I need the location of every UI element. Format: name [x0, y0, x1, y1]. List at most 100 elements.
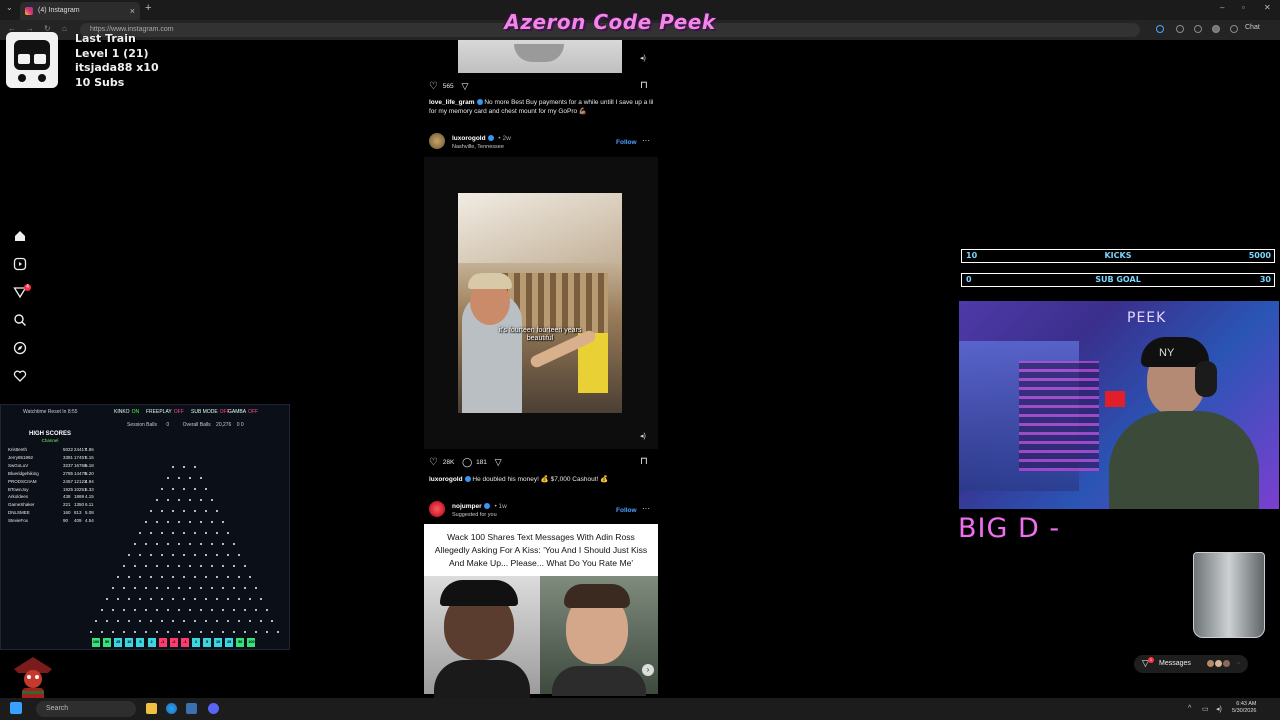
- chat-button[interactable]: Chat: [1245, 24, 1260, 31]
- notifications-heart-icon[interactable]: [13, 369, 27, 383]
- close-window-icon[interactable]: ✕: [1264, 3, 1271, 12]
- home-icon[interactable]: ⌂: [62, 24, 67, 33]
- post-image[interactable]: Wack 100 Shares Text Messages With Adin …: [424, 524, 658, 700]
- plinko-peg: [95, 620, 97, 622]
- post-time: • 1w: [494, 503, 507, 510]
- webcam-feed: NY: [959, 301, 1279, 509]
- like-icon[interactable]: ♡: [429, 457, 438, 468]
- volume-icon[interactable]: ◂): [1216, 705, 1222, 713]
- plinko-peg: [216, 532, 218, 534]
- plinko-peg: [188, 609, 191, 611]
- profile-icon[interactable]: [1212, 25, 1220, 33]
- tab-list-icon[interactable]: ⌄: [6, 3, 13, 12]
- plinko-bucket: 2: [147, 638, 156, 647]
- plinko-peg: [155, 499, 158, 501]
- save-icon[interactable]: ⊓: [640, 456, 648, 467]
- messages-badge: 1: [1148, 657, 1154, 663]
- plinko-peg: [155, 631, 158, 633]
- plinko-peg: [133, 565, 136, 567]
- plinko-peg: [194, 488, 196, 490]
- reels-icon[interactable]: [13, 257, 27, 271]
- comment-icon[interactable]: ◯: [462, 457, 472, 468]
- plinko-peg: [155, 543, 158, 545]
- file-explorer-icon[interactable]: [146, 703, 157, 714]
- like-icon[interactable]: ♡: [429, 81, 438, 92]
- plinko-peg: [205, 554, 207, 556]
- plinko-peg: [106, 620, 108, 622]
- share-icon[interactable]: ▽: [461, 81, 468, 92]
- discord-icon[interactable]: [208, 703, 219, 714]
- watchtime-reset: Watchtime Reset In 8:55: [23, 409, 78, 415]
- video-frame: it's fourteen fourteen years beautiful: [458, 193, 622, 413]
- avatar[interactable]: [429, 501, 445, 517]
- username-text[interactable]: luxorogold: [452, 135, 486, 142]
- favorite-star-icon[interactable]: [1156, 25, 1164, 33]
- plinko-peg: [265, 631, 268, 633]
- tab-instagram[interactable]: (4) Instagram ×: [20, 2, 140, 20]
- plinko-peg: [199, 631, 202, 633]
- plinko-peg: [155, 609, 158, 611]
- caption-username[interactable]: luxorogold: [429, 476, 463, 483]
- plinko-peg: [205, 510, 207, 512]
- search-icon[interactable]: [13, 313, 27, 327]
- edge-browser-icon[interactable]: [166, 703, 177, 714]
- high-score-cell: 5.15: [85, 454, 94, 460]
- post-username[interactable]: nojumper • 1w: [452, 503, 507, 510]
- plinko-peg: [183, 466, 185, 468]
- share-icon[interactable]: ▽: [495, 457, 502, 468]
- mute-icon[interactable]: ◂): [640, 54, 646, 62]
- minimize-icon[interactable]: –: [1220, 3, 1224, 12]
- plinko-peg: [238, 620, 240, 622]
- next-arrow-icon[interactable]: ›: [642, 664, 654, 676]
- sub-goal-current: 0: [966, 275, 972, 284]
- plinko-peg: [144, 565, 147, 567]
- new-tab-button[interactable]: +: [145, 2, 151, 14]
- messages-button[interactable]: ▽ 1 Messages ··: [1134, 655, 1248, 673]
- post-media[interactable]: ◂): [424, 40, 658, 74]
- explore-icon[interactable]: [13, 341, 27, 355]
- high-score-cell: 2785: [63, 470, 74, 476]
- post-video[interactable]: it's fourteen fourteen years beautiful ◂…: [424, 157, 658, 449]
- post-username[interactable]: luxorogold • 2w: [452, 135, 511, 142]
- windows-start-icon[interactable]: [10, 702, 22, 714]
- follow-button[interactable]: Follow: [616, 507, 637, 514]
- high-score-cell: 438: [63, 494, 71, 500]
- plinko-peg: [177, 609, 180, 611]
- plinko-bucket: -1: [180, 638, 189, 647]
- mute-icon[interactable]: ◂): [640, 432, 646, 440]
- plinko-peg: [128, 554, 130, 556]
- menu-icon[interactable]: [1230, 25, 1238, 33]
- store-icon[interactable]: [186, 703, 197, 714]
- close-tab-icon[interactable]: ×: [130, 2, 135, 20]
- plinko-peg: [161, 598, 163, 600]
- extensions-icon[interactable]: [1176, 25, 1184, 33]
- plinko-peg: [249, 576, 251, 578]
- more-options-icon[interactable]: ···: [642, 136, 650, 145]
- taskbar-search[interactable]: Search: [36, 701, 136, 717]
- follow-button[interactable]: Follow: [616, 139, 637, 146]
- plinko-peg: [221, 521, 224, 523]
- plinko-mode: SUB MODE OFF: [191, 409, 230, 415]
- plinko-peg: [122, 609, 125, 611]
- home-icon[interactable]: [13, 229, 27, 243]
- high-score-cell: 5.18: [85, 462, 94, 468]
- username-text[interactable]: nojumper: [452, 503, 482, 510]
- high-score-cell: 1925: [63, 486, 74, 492]
- avatar[interactable]: [429, 133, 445, 149]
- network-icon[interactable]: ▭: [1202, 705, 1209, 713]
- maximize-icon[interactable]: ▫: [1242, 3, 1245, 12]
- plinko-peg: [221, 631, 224, 633]
- plinko-bucket: 10: [214, 638, 223, 647]
- plinko-peg: [161, 576, 163, 578]
- tray-chevron-icon[interactable]: ^: [1188, 705, 1191, 712]
- plinko-peg: [232, 565, 235, 567]
- collections-icon[interactable]: [1194, 25, 1202, 33]
- plinko-peg: [188, 631, 191, 633]
- plinko-peg: [216, 598, 218, 600]
- save-icon[interactable]: ⊓: [640, 80, 648, 91]
- more-options-icon[interactable]: ···: [642, 504, 650, 513]
- post-location[interactable]: Nashville, Tennessee: [452, 144, 504, 150]
- caption-username[interactable]: love_life_gram: [429, 99, 475, 106]
- plinko-peg: [210, 609, 213, 611]
- system-clock[interactable]: 6:43 AM 5/30/2026: [1232, 701, 1256, 715]
